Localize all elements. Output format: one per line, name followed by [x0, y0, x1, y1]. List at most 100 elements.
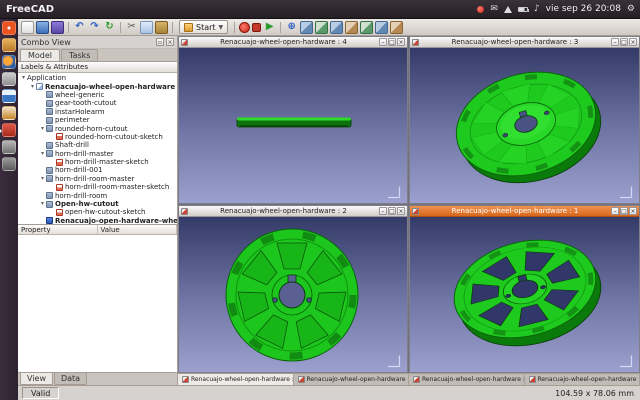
viewport-2-titlebar[interactable]: Renacuajo-wheel-open-hardware : 2 –□× [179, 206, 407, 217]
viewport-4-canvas[interactable] [179, 48, 407, 203]
trash-icon[interactable] [2, 157, 16, 171]
system-settings-icon[interactable] [2, 140, 16, 154]
wheel-side-view[interactable] [179, 48, 407, 203]
tree-item[interactable]: Open-hw-cutout [18, 200, 177, 208]
save-icon[interactable] [51, 21, 64, 34]
wheel-isometric-cutout-view[interactable] [410, 217, 639, 372]
viewport-1-titlebar[interactable]: Renacuajo-wheel-open-hardware : 1 –□× [410, 206, 639, 217]
close-icon[interactable]: × [629, 38, 637, 46]
bottom-view-icon[interactable] [375, 21, 388, 34]
expander-icon[interactable] [20, 75, 27, 81]
viewport-4[interactable]: Renacuajo-wheel-open-hardware : 4 –□× [178, 36, 408, 204]
property-table-body[interactable] [18, 235, 177, 372]
window-tab-2[interactable]: Renacuajo-wheel-open-hardware : 2 [294, 374, 410, 385]
battery-icon[interactable] [518, 7, 528, 12]
tree-column-header[interactable]: Labels & Attributes [18, 62, 177, 73]
viewport-2[interactable]: Renacuajo-wheel-open-hardware : 2 –□× [178, 205, 408, 373]
refresh-icon[interactable]: ↻ [103, 21, 116, 34]
restore-icon[interactable]: □ [388, 38, 396, 46]
tree-item-application[interactable]: Application [18, 74, 177, 82]
macro-record-icon[interactable] [239, 22, 250, 33]
restore-icon[interactable]: □ [620, 38, 628, 46]
close-icon[interactable]: × [629, 207, 637, 215]
viewport-1-canvas[interactable] [410, 217, 639, 372]
sound-icon[interactable]: ♪ [534, 5, 540, 14]
tree-item[interactable]: Shaft-drill [18, 141, 177, 149]
clock[interactable]: vie sep 26 20:08 [546, 4, 621, 14]
undo-icon[interactable]: ↶ [73, 21, 86, 34]
text-editor-icon[interactable] [2, 72, 16, 86]
paste-icon[interactable] [155, 21, 168, 34]
tree-item[interactable]: horn-drill-master-sketch [18, 158, 177, 166]
tree-item[interactable]: rounded-horn-cutout [18, 124, 177, 132]
tab-view[interactable]: View [20, 373, 53, 385]
tree-item[interactable]: perimeter [18, 116, 177, 124]
network-icon[interactable] [504, 6, 512, 13]
minimize-icon[interactable]: – [379, 38, 387, 46]
macro-stop-icon[interactable] [252, 23, 261, 32]
panel-close-icon[interactable]: × [166, 38, 174, 46]
wheel-front-view[interactable] [179, 217, 407, 372]
tree-item[interactable]: instarHolearm [18, 108, 177, 116]
tree-item[interactable]: horn-drill-room-master [18, 175, 177, 183]
active-app-name[interactable]: FreeCAD [6, 4, 54, 15]
tree-item[interactable]: horn-drill-room [18, 191, 177, 199]
mail-icon[interactable]: ✉ [490, 5, 498, 14]
viewport-3-canvas[interactable] [410, 48, 639, 203]
tab-model[interactable]: Model [20, 49, 60, 61]
property-column-header[interactable]: Property [18, 225, 98, 234]
workbench-selector[interactable]: Start ▼ [179, 20, 228, 34]
minimize-icon[interactable]: – [611, 207, 619, 215]
expander-icon[interactable] [39, 126, 46, 132]
isometric-view-icon[interactable] [300, 21, 313, 34]
top-view-icon[interactable] [330, 21, 343, 34]
recording-indicator-icon[interactable] [477, 6, 484, 13]
tree-item[interactable]: horn-drill-001 [18, 166, 177, 174]
front-view-icon[interactable] [315, 21, 328, 34]
restore-icon[interactable]: □ [388, 207, 396, 215]
close-icon[interactable]: × [397, 207, 405, 215]
window-tab-4[interactable]: Renacuajo-wheel-open-hardware : 4 [525, 374, 640, 385]
files-icon[interactable] [2, 38, 16, 52]
cut-icon[interactable]: ✂ [125, 21, 138, 34]
software-center-icon[interactable] [2, 106, 16, 120]
viewport-1[interactable]: Renacuajo-wheel-open-hardware : 1 –□× [409, 205, 640, 373]
firefox-icon[interactable] [2, 55, 16, 69]
tab-data[interactable]: Data [54, 373, 87, 385]
value-column-header[interactable]: Value [98, 225, 178, 234]
tree-item[interactable]: gear-tooth-cutout [18, 99, 177, 107]
minimize-icon[interactable]: – [611, 38, 619, 46]
wheel-isometric-view[interactable] [410, 48, 639, 203]
panel-float-icon[interactable]: ▫ [156, 38, 164, 46]
copy-icon[interactable] [140, 21, 153, 34]
tree-item[interactable]: horn-drill-master [18, 150, 177, 158]
open-file-icon[interactable] [36, 21, 49, 34]
ubuntu-dash-icon[interactable] [2, 21, 16, 35]
tab-tasks[interactable]: Tasks [61, 49, 98, 61]
left-view-icon[interactable] [390, 21, 403, 34]
expander-icon[interactable] [39, 151, 46, 157]
tree-item[interactable]: horn-drill-room-master-sketch [18, 183, 177, 191]
expander-icon[interactable] [39, 176, 46, 182]
tree-item-document[interactable]: Renacuajo-wheel-open-hardware [18, 82, 177, 90]
viewport-3-titlebar[interactable]: Renacuajo-wheel-open-hardware : 3 –□× [410, 37, 639, 48]
tree-item[interactable]: rounded-horn-cutout-sketch [18, 133, 177, 141]
combo-view-titlebar[interactable]: Combo View ▫ × [18, 36, 177, 49]
right-view-icon[interactable] [345, 21, 358, 34]
freecad-launcher-icon[interactable] [2, 123, 16, 137]
redo-icon[interactable]: ↷ [88, 21, 101, 34]
viewport-2-canvas[interactable] [179, 217, 407, 372]
macro-play-icon[interactable]: ▶ [263, 21, 276, 34]
window-tab-1[interactable]: Renacuajo-wheel-open-hardware : 1 [178, 374, 294, 385]
window-tab-3[interactable]: Renacuajo-wheel-open-hardware : 3 [409, 374, 525, 385]
minimize-icon[interactable]: – [379, 207, 387, 215]
rear-view-icon[interactable] [360, 21, 373, 34]
fit-all-icon[interactable]: ⊕ [285, 21, 298, 34]
expander-icon[interactable] [39, 201, 46, 207]
tree-item[interactable]: open-hw-cutout-sketch [18, 208, 177, 216]
session-gear-icon[interactable]: ⚙ [627, 5, 635, 14]
tree-item[interactable]: wheel-generic [18, 91, 177, 99]
new-document-icon[interactable] [21, 21, 34, 34]
close-icon[interactable]: × [397, 38, 405, 46]
libreoffice-icon[interactable] [2, 89, 16, 103]
